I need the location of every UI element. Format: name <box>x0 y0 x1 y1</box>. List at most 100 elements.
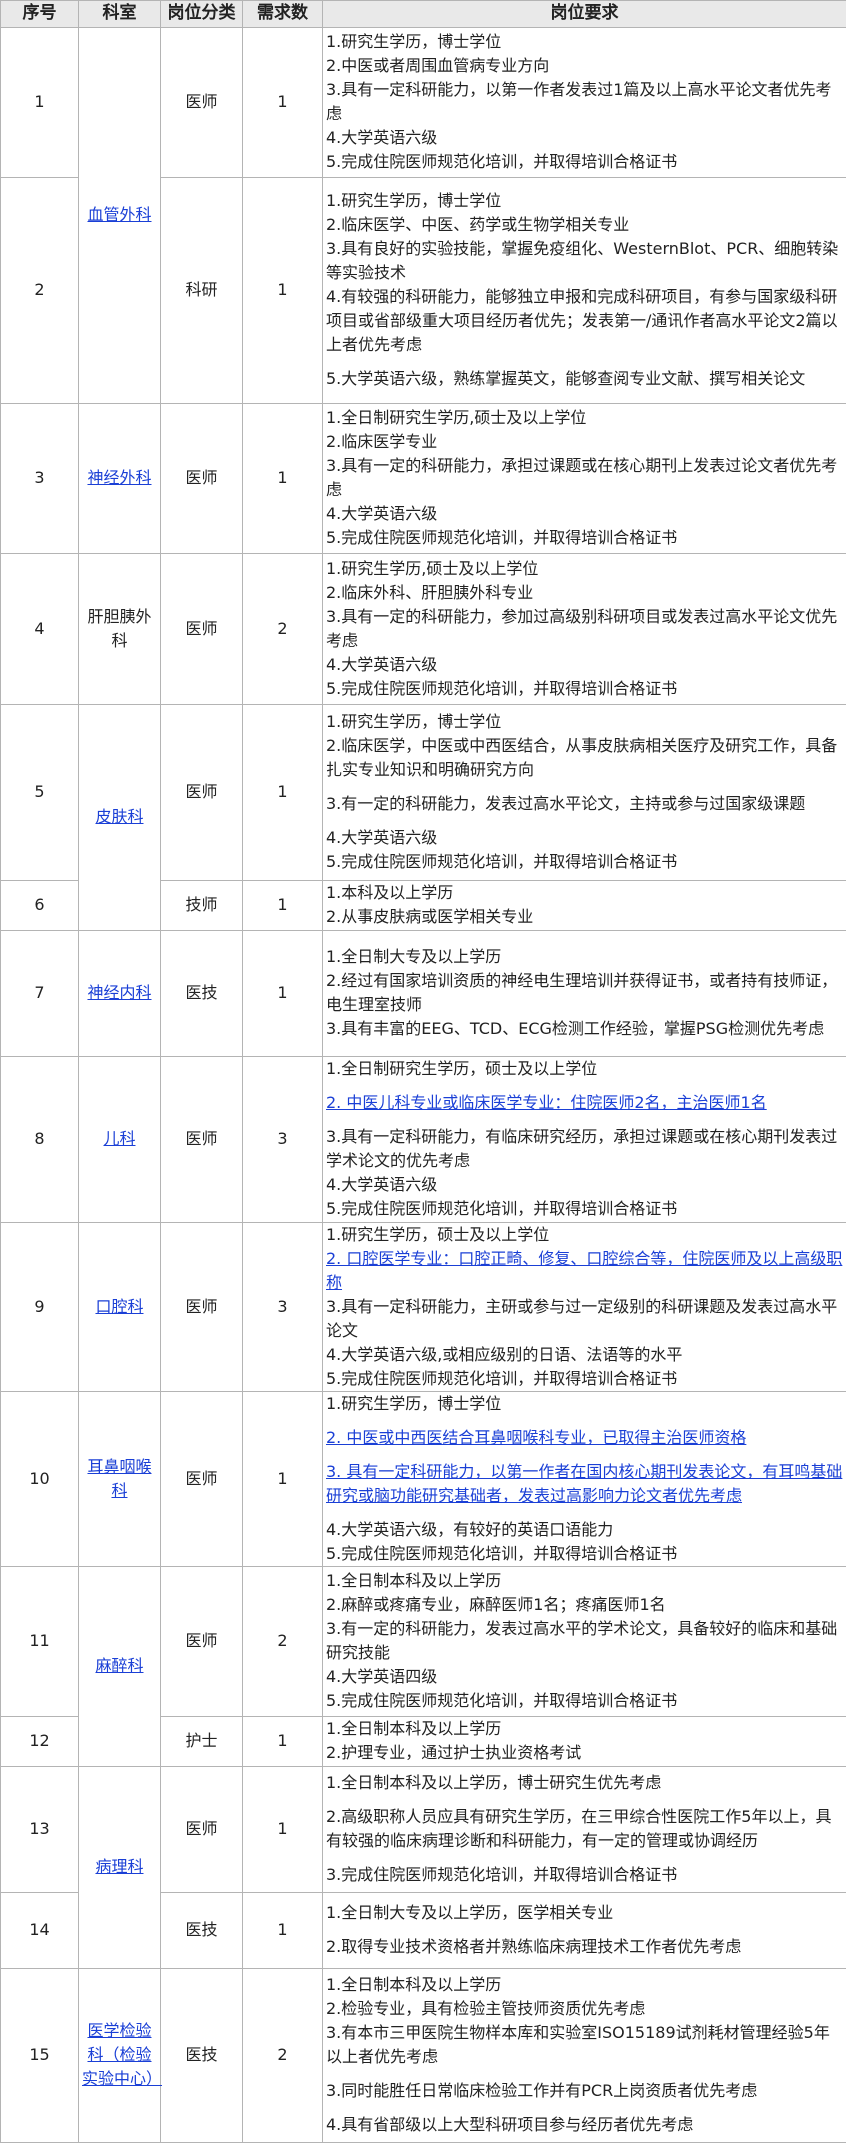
requirement-line: 1.全日制本科及以上学历 <box>326 1719 502 1738</box>
position-category: 医师 <box>160 703 243 881</box>
requirement-line: 1.全日制本科及以上学历 <box>326 1571 502 1590</box>
table-row: 15 医学检验科（检验实验中心） 医技 2 1.全日制本科及以上学历 2.检验专… <box>0 1967 846 2143</box>
requirements-cell: 1.全日制大专及以上学历，医学相关专业 2.取得专业技术资格者并熟练临床病理技术… <box>322 1891 846 1969</box>
department-link[interactable]: 血管外科 <box>87 205 151 224</box>
requirement-line: 4.大学英语六级 <box>326 128 438 147</box>
demand-count: 1 <box>242 1390 323 1567</box>
department-link[interactable]: 神经内科 <box>87 983 151 1002</box>
requirement-link[interactable]: 3. 具有一定科研能力，以第一作者在国内核心期刊发表论文，有耳鸣基础研究或脑功能… <box>326 1462 842 1505</box>
requirements-cell: 1.全日制研究生学历，硕士及以上学位 2. 中医儿科专业或临床医学专业：住院医师… <box>322 1055 846 1223</box>
demand-count: 2 <box>242 552 323 705</box>
requirement-line: 1.研究生学历，博士学位 <box>326 712 502 731</box>
requirements-cell: 1.研究生学历，硕士及以上学位 2. 口腔医学专业：口腔正畸、修复、口腔综合等，… <box>322 1221 846 1392</box>
requirement-line: 3.具有一定的科研能力，承担过课题或在核心期刊上发表过论文者优先考虑 <box>326 456 838 499</box>
department-cell: 神经内科 <box>78 929 161 1057</box>
requirement-line: 5.完成住院医师规范化培训，并取得培训合格证书 <box>326 528 678 547</box>
requirement-line: 1.研究生学历，博士学位 <box>326 1393 502 1413</box>
position-category: 医技 <box>160 929 243 1057</box>
requirement-link[interactable]: 2. 中医或中西医结合耳鼻咽喉科专业，已取得主治医师资格 <box>326 1428 746 1447</box>
demand-count: 1 <box>242 1715 323 1767</box>
demand-count: 1 <box>242 26 323 178</box>
row-number: 7 <box>0 929 79 1057</box>
demand-count: 1 <box>242 879 323 931</box>
requirement-line: 3.完成住院医师规范化培训，并取得培训合格证书 <box>326 1865 678 1884</box>
department-link[interactable]: 麻醉科 <box>95 1656 143 1675</box>
requirements-cell: 1.研究生学历，博士学位 2. 中医或中西医结合耳鼻咽喉科专业，已取得主治医师资… <box>322 1390 846 1567</box>
position-category: 医师 <box>160 1221 243 1392</box>
requirements-cell: 1.全日制大专及以上学历 2.经过有国家培训资质的神经电生理培训并获得证书，或者… <box>322 929 846 1057</box>
requirement-line: 2.临床外科、肝胆胰外科专业 <box>326 582 534 602</box>
requirement-line: 3.具有良好的实验技能，掌握免疫组化、WesternBlot、PCR、细胞转染等… <box>326 239 839 282</box>
requirement-line: 5.完成住院医师规范化培训，并取得培训合格证书 <box>326 678 678 698</box>
department-cell: 儿科 <box>78 1055 161 1223</box>
department-link[interactable]: 耳鼻咽喉科 <box>87 1457 151 1500</box>
requirements-cell: 1.全日制本科及以上学历 2.检验专业，具有检验主管技师资质优先考虑 3.有本市… <box>322 1967 846 2143</box>
table-row: 5 皮肤科 医师 1 1.研究生学历，博士学位 2.临床医学，中医或中西医结合，… <box>0 703 846 931</box>
department-link[interactable]: 口腔科 <box>95 1297 143 1316</box>
row-number: 4 <box>0 552 79 705</box>
requirement-link[interactable]: 2. 口腔医学专业：口腔正畸、修复、口腔综合等，住院医师及以上高级职称 <box>326 1249 842 1292</box>
department-link[interactable]: 皮肤科 <box>95 807 143 826</box>
requirement-line: 2.临床医学，中医或中西医结合，从事皮肤病相关医疗及研究工作，具备扎实专业知识和… <box>326 736 838 779</box>
department-cell: 皮肤科 <box>78 703 161 931</box>
position-category: 护士 <box>160 1715 243 1767</box>
department-cell: 口腔科 <box>78 1221 161 1392</box>
requirement-line: 2.临床医学、中医、药学或生物学相关专业 <box>326 215 630 234</box>
requirement-line: 2. 中医或中西医结合耳鼻咽喉科专业，已取得主治医师资格 <box>326 1426 843 1450</box>
requirement-line: 3.有一定的科研能力，发表过高水平论文，主持或参与过国家级课题 <box>326 794 806 813</box>
requirement-line: 2.麻醉或疼痛专业，麻醉医师1名；疼痛医师1名 <box>326 1595 666 1614</box>
requirement-line: 4.大学英语六级 <box>326 828 438 847</box>
requirement-line: 4.有较强的科研能力，能够独立申报和完成科研项目，有参与国家级科研项目或省部级重… <box>326 287 838 354</box>
position-category: 医技 <box>160 1891 243 1969</box>
requirement-line: 1.全日制本科及以上学历，博士研究生优先考虑 <box>326 1773 662 1792</box>
header-row: 序号 科室 岗位分类 需求数 岗位要求 <box>0 0 846 28</box>
demand-count: 1 <box>242 1765 323 1893</box>
requirement-line: 2. 中医儿科专业或临床医学专业：住院医师2名，主治医师1名 <box>326 1091 843 1115</box>
row-number: 8 <box>0 1055 79 1223</box>
row-number: 5 <box>0 703 79 881</box>
requirement-line: 5.完成住院医师规范化培训，并取得培训合格证书 <box>326 852 678 871</box>
requirements-cell: 1.全日制研究生学历,硕士及以上学位 2.临床医学专业 3.具有一定的科研能力，… <box>322 402 846 554</box>
requirements-cell: 1.研究生学历，博士学位 2.中医或者周围血管病专业方向 3.具有一定科研能力，… <box>322 26 846 178</box>
row-number: 6 <box>0 879 79 931</box>
demand-count: 3 <box>242 1055 323 1223</box>
requirement-line: 2.取得专业技术资格者并熟练临床病理技术工作者优先考虑 <box>326 1937 742 1956</box>
position-category: 技师 <box>160 879 243 931</box>
header-department: 科室 <box>78 0 161 28</box>
requirements-cell: 1.全日制本科及以上学历 2.护理专业，通过护士执业资格考试 <box>322 1715 846 1767</box>
requirement-line: 4.大学英语六级 <box>326 654 438 674</box>
row-number: 10 <box>0 1390 79 1567</box>
requirement-line: 4.大学英语六级,或相应级别的日语、法语等的水平 <box>326 1344 683 1364</box>
table-row: 4 肝胆胰外科 医师 2 1.研究生学历,硕士及以上学位 2.临床外科、肝胆胰外… <box>0 552 846 705</box>
department-link[interactable]: 医学检验科（检验实验中心） <box>82 2021 162 2088</box>
requirement-line: 1.全日制研究生学历,硕士及以上学位 <box>326 408 587 427</box>
table-row: 13 病理科 医师 1 1.全日制本科及以上学历，博士研究生优先考虑 2.高级职… <box>0 1765 846 1969</box>
department-link[interactable]: 神经外科 <box>87 468 151 487</box>
position-category: 医师 <box>160 1055 243 1223</box>
position-category: 医师 <box>160 1390 243 1567</box>
requirement-line: 1.研究生学历，硕士及以上学位 <box>326 1224 550 1244</box>
requirement-line: 3.具有一定科研能力，有临床研究经历，承担过课题或在核心期刊发表过学术论文的优先… <box>326 1127 838 1170</box>
requirement-line: 3. 具有一定科研能力，以第一作者在国内核心期刊发表论文，有耳鸣基础研究或脑功能… <box>326 1460 843 1508</box>
requirements-cell: 1.研究生学历，博士学位 2.临床医学、中医、药学或生物学相关专业 3.具有良好… <box>322 176 846 404</box>
department-cell: 神经外科 <box>78 402 161 554</box>
requirement-link[interactable]: 2. 中医儿科专业或临床医学专业：住院医师2名，主治医师1名 <box>326 1093 767 1112</box>
department-link[interactable]: 病理科 <box>95 1857 143 1876</box>
table-row: 7 神经内科 医技 1 1.全日制大专及以上学历 2.经过有国家培训资质的神经电… <box>0 929 846 1057</box>
department-link[interactable]: 儿科 <box>103 1129 135 1148</box>
requirements-cell: 1.本科及以上学历 2.从事皮肤病或医学相关专业 <box>322 879 846 931</box>
requirement-line: 1.研究生学历，博士学位 <box>326 32 502 51</box>
demand-count: 2 <box>242 1565 323 1717</box>
row-number: 1 <box>0 26 79 178</box>
position-category: 医师 <box>160 552 243 705</box>
position-category: 科研 <box>160 176 243 404</box>
requirement-line: 2.经过有国家培训资质的神经电生理培训并获得证书，或者持有技师证，电生理室技师 <box>326 971 838 1014</box>
requirements-cell: 1.研究生学历,硕士及以上学位 2.临床外科、肝胆胰外科专业 3.具有一定的科研… <box>322 552 846 705</box>
requirement-line: 1.全日制本科及以上学历 <box>326 1975 502 1994</box>
table-row: 1 血管外科 医师 1 1.研究生学历，博士学位 2.中医或者周围血管病专业方向… <box>0 26 846 404</box>
requirement-line: 1.研究生学历,硕士及以上学位 <box>326 558 539 578</box>
requirement-line: 2.高级职称人员应具有研究生学历，在三甲综合性医院工作5年以上，具有较强的临床病… <box>326 1807 832 1850</box>
requirement-line: 1.全日制大专及以上学历 <box>326 947 502 966</box>
position-category: 医师 <box>160 26 243 178</box>
requirement-line: 3.有本市三甲医院生物样本库和实验室ISO15189试剂耗材管理经验5年以上者优… <box>326 2023 830 2066</box>
